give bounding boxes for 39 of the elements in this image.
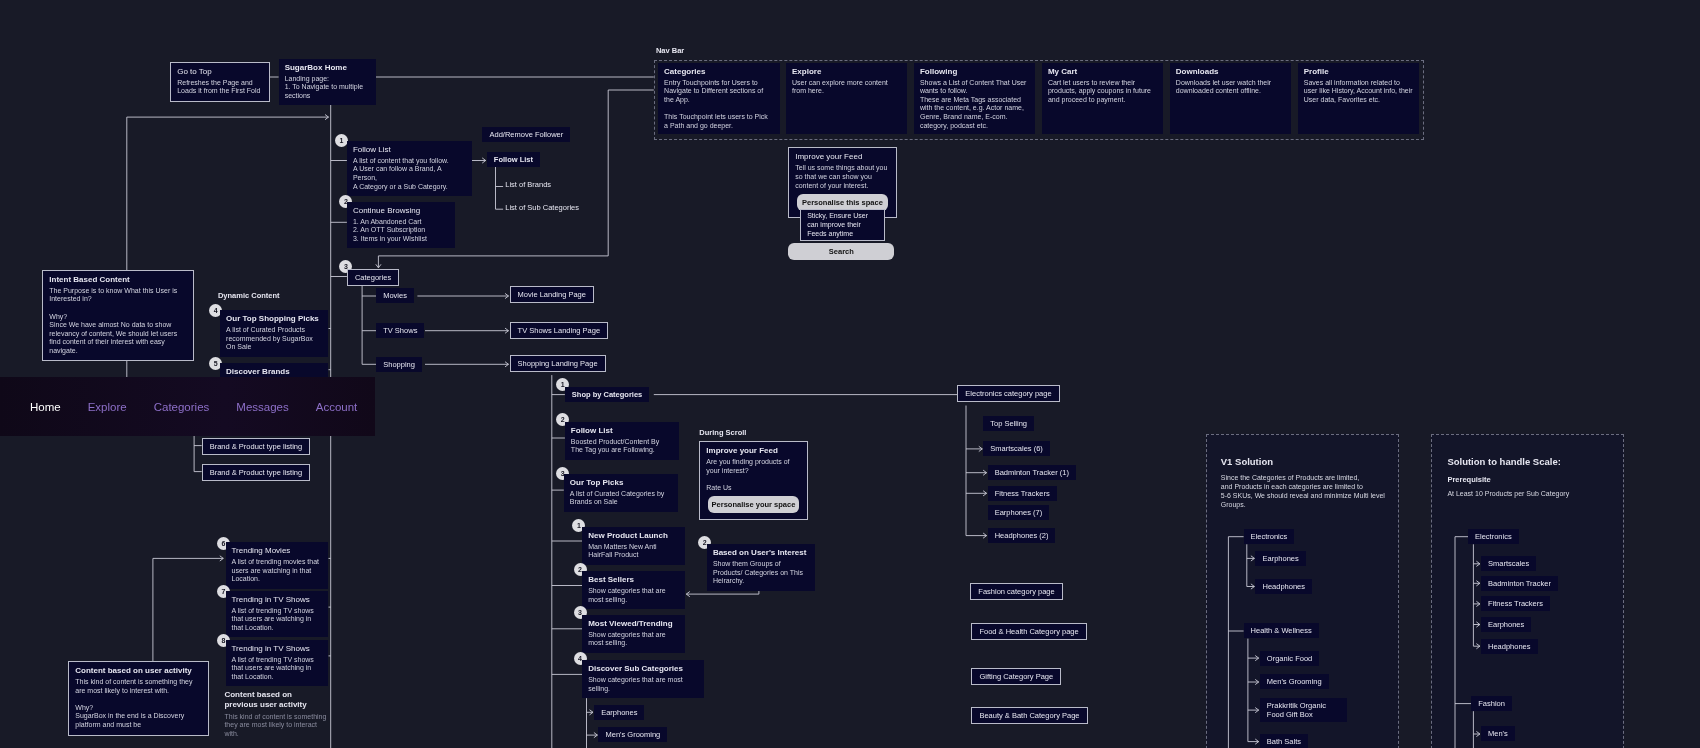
card-title: Profile <box>1303 66 1330 77</box>
nav-tab[interactable]: Home <box>30 400 61 413</box>
card-title: Content based on user activity <box>75 666 193 677</box>
connector-line <box>586 697 587 748</box>
card-title: Improve your Feed <box>795 152 864 163</box>
panel-heading: V1 Solution <box>1220 456 1274 468</box>
connector-arrow <box>1472 730 1481 738</box>
card-title: Intent Based Content <box>49 274 131 285</box>
card-title: Explore <box>792 66 823 77</box>
card-title: Trending in TV Shows <box>231 594 311 605</box>
card-title: Go to Top <box>177 66 213 77</box>
caption-title: Content based on previous user activity <box>224 689 308 710</box>
card-title: Based on User's Interest <box>712 548 808 559</box>
card-title: Best Sellers <box>588 575 635 586</box>
nav-tab[interactable]: Explore <box>87 400 127 413</box>
card-title: My Cart <box>1047 66 1079 77</box>
card-title: SugarBox Home <box>284 62 348 73</box>
nav-tab[interactable]: Account <box>315 400 358 413</box>
card-title: Improve your Feed <box>706 446 779 457</box>
card-title: Follow List <box>352 144 392 155</box>
card-title: Downloads <box>1175 66 1220 77</box>
card-title: Categories <box>664 66 707 77</box>
card-title: Our Top Shopping Picks <box>226 314 320 325</box>
card-title: Discover Brands <box>226 367 291 378</box>
card-title: Continue Browsing <box>352 205 422 216</box>
connector-arrow <box>586 709 594 716</box>
card-title: Trending Movies <box>231 546 292 557</box>
card-title: Follow List <box>570 425 614 436</box>
card-title: Our Top Picks <box>569 477 625 488</box>
nav-tab[interactable]: Categories <box>153 400 210 413</box>
card-title: New Product Launch <box>588 530 669 541</box>
card-title: Trending in TV Shows <box>231 643 311 654</box>
nav-tab[interactable]: Messages <box>236 400 289 413</box>
card-title: Following <box>919 66 959 77</box>
connector-line <box>1472 710 1474 748</box>
connector-arrow <box>586 732 598 739</box>
panel-heading: Solution to handle Scale: <box>1447 456 1561 468</box>
card-title: Most Viewed/Trending <box>588 618 674 629</box>
card-title: Discover Sub Categories <box>588 664 684 675</box>
